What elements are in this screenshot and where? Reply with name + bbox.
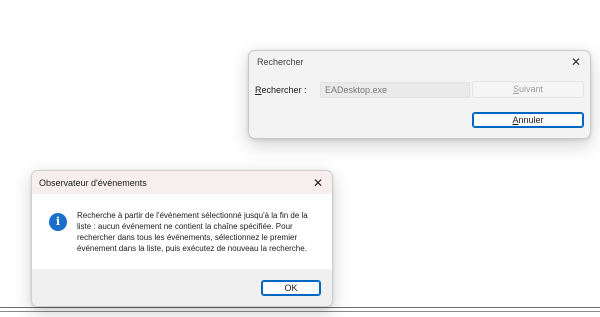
find-label: Rechercher : xyxy=(255,85,307,95)
window-border-line xyxy=(0,311,600,312)
find-dialog-titlebar[interactable]: Rechercher ✕ xyxy=(249,51,590,73)
message-box-titlebar[interactable]: Observateur d'événements ✕ xyxy=(32,171,332,194)
accelerator-key: A xyxy=(512,115,519,125)
message-box-title: Observateur d'événements xyxy=(39,178,147,188)
background-window-edge xyxy=(0,307,600,313)
next-button[interactable]: Suivant xyxy=(472,81,584,98)
accelerator-key: S xyxy=(512,84,519,94)
close-icon[interactable]: ✕ xyxy=(568,54,584,70)
message-box: Observateur d'événements ✕ i Recherche à… xyxy=(31,170,333,307)
message-box-footer: OK xyxy=(32,269,332,306)
close-icon[interactable]: ✕ xyxy=(310,175,326,191)
search-input[interactable]: EADesktop.exe xyxy=(320,82,470,98)
find-dialog-title: Rechercher xyxy=(257,57,304,67)
message-box-body: i Recherche à partir de l'événement séle… xyxy=(32,194,332,269)
cancel-button[interactable]: Annuler xyxy=(472,112,584,128)
ok-button[interactable]: OK xyxy=(261,280,321,296)
message-text: Recherche à partir de l'événement sélect… xyxy=(77,211,308,253)
window-border-line xyxy=(0,307,600,308)
accelerator-key: R xyxy=(255,85,262,95)
info-icon: i xyxy=(49,213,67,231)
find-dialog: Rechercher ✕ Rechercher : EADesktop.exe … xyxy=(248,50,591,139)
